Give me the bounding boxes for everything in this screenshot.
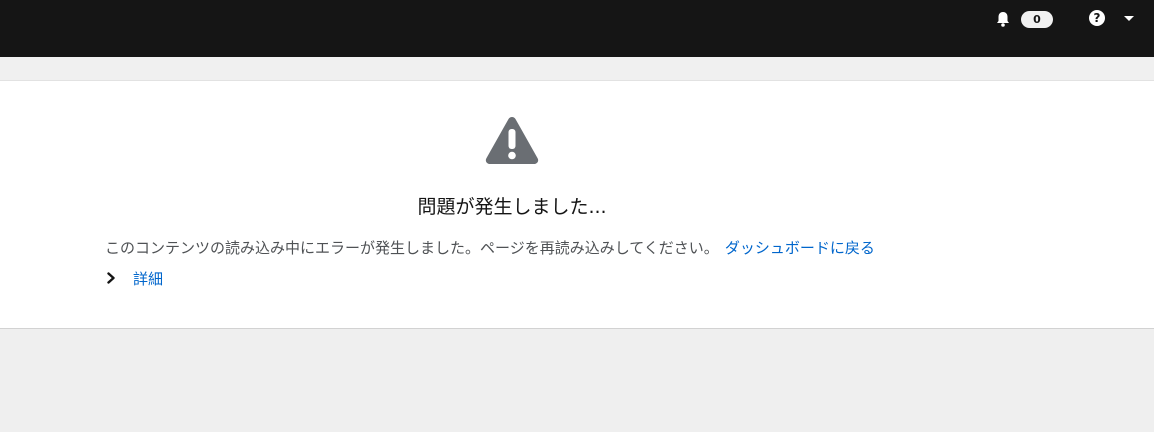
error-title: 問題が発生しました... [417,196,607,218]
error-message-line: このコンテンツの読み込み中にエラーが発生しました。ページを再読み込みしてください… [105,237,875,258]
details-toggle[interactable]: 詳細 [105,267,163,289]
error-panel: 問題が発生しました... このコンテンツの読み込み中にエラーが発生しました。ペー… [0,81,1154,329]
error-message: このコンテンツの読み込み中にエラーが発生しました。ページを再読み込みしてください… [105,239,719,257]
page-subheader [0,57,1154,81]
back-to-dashboard-link[interactable]: ダッシュボードに戻る [725,239,875,257]
top-navigation-bar: 0 ? [0,0,1154,57]
chevron-right-icon [107,272,115,284]
bell-icon[interactable] [994,10,1012,28]
details-label: 詳細 [133,269,164,288]
question-circle-icon[interactable]: ? [1089,10,1105,26]
caret-down-icon[interactable] [1124,16,1134,21]
warning-triangle-icon [485,117,539,164]
notification-count-badge[interactable]: 0 [1021,11,1053,28]
